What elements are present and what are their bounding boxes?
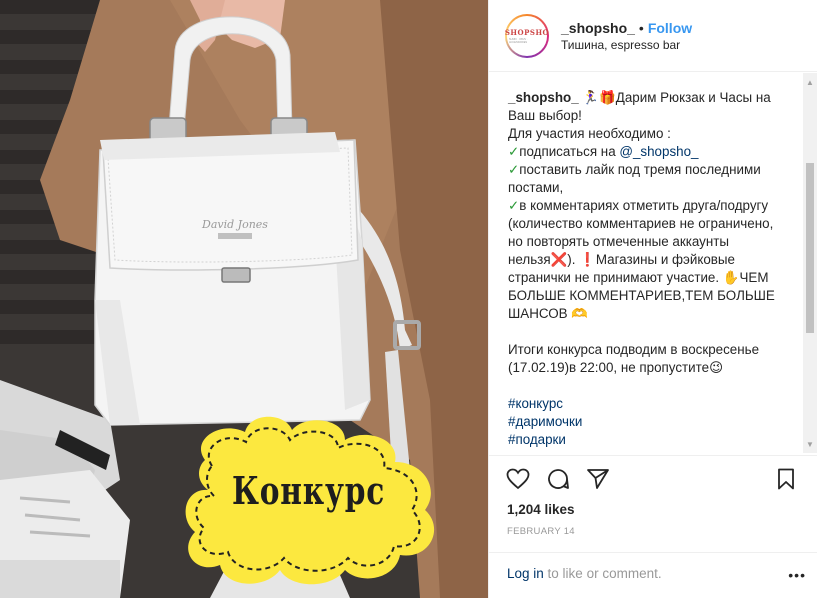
caption-line-4: Итоги конкурса подводим в воскресенье (1… bbox=[508, 342, 760, 375]
username-link[interactable]: _shopsho_ bbox=[561, 20, 635, 36]
action-bar bbox=[489, 455, 817, 499]
login-link[interactable]: Log in bbox=[507, 566, 544, 581]
location-link[interactable]: Тишина, espresso bar bbox=[561, 38, 692, 52]
heart-icon bbox=[506, 468, 530, 490]
share-icon bbox=[587, 469, 609, 489]
avatar[interactable]: SHOPSHO SUMKI · OBUV · ACCESSORIES bbox=[504, 13, 550, 58]
comment-icon bbox=[548, 469, 569, 489]
login-footer: Log in to like or comment. ••• bbox=[489, 552, 817, 598]
caption-area[interactable]: _shopsho_ 🏃‍♀️🎁Дарим Рюкзак и Часы на Ва… bbox=[489, 73, 817, 453]
check-icon: ✓ bbox=[508, 162, 520, 177]
scroll-up-arrow-icon[interactable]: ▲ bbox=[803, 75, 817, 89]
caption-item-2: поставить лайк под тремя последними пост… bbox=[508, 162, 761, 195]
hashtag-link[interactable]: #даримочки bbox=[508, 414, 582, 429]
sticker-text: Конкурс bbox=[232, 468, 386, 513]
post-date: FEBRUARY 14 bbox=[507, 526, 575, 537]
caption-item-1: подписаться на bbox=[519, 144, 620, 159]
likes-count[interactable]: 1,204 likes bbox=[507, 502, 575, 517]
check-icon: ✓ bbox=[508, 144, 520, 159]
more-options-icon[interactable]: ••• bbox=[788, 567, 806, 583]
caption-username[interactable]: _shopsho_ bbox=[508, 90, 579, 105]
caption-line-2: Для участия необходимо : bbox=[508, 126, 671, 141]
post-image[interactable]: David Jones Конкурс bbox=[0, 0, 488, 598]
share-button[interactable] bbox=[585, 466, 611, 492]
caption-scrollbar[interactable]: ▲ ▼ bbox=[803, 73, 817, 453]
post-header: SHOPSHO SUMKI · OBUV · ACCESSORIES _shop… bbox=[489, 0, 817, 72]
comment-button[interactable] bbox=[545, 466, 571, 492]
bookmark-icon bbox=[778, 468, 794, 490]
post-panel: SHOPSHO SUMKI · OBUV · ACCESSORIES _shop… bbox=[488, 0, 817, 598]
scroll-down-arrow-icon[interactable]: ▼ bbox=[803, 437, 817, 451]
separator-dot: • bbox=[638, 19, 644, 36]
like-button[interactable] bbox=[505, 466, 531, 492]
caption: _shopsho_ 🏃‍♀️🎁Дарим Рюкзак и Часы на Ва… bbox=[508, 89, 784, 449]
login-prompt: to like or comment. bbox=[543, 566, 662, 581]
follow-button[interactable]: Follow bbox=[648, 20, 692, 36]
scroll-thumb[interactable] bbox=[806, 163, 814, 333]
caption-item-3: в комментариях отметить друга/подругу (к… bbox=[508, 198, 775, 321]
avatar-subtitle: SUMKI · OBUV · ACCESSORIES bbox=[509, 37, 528, 44]
save-button[interactable] bbox=[773, 466, 799, 492]
hashtag-link[interactable]: #конкурс bbox=[508, 396, 563, 411]
svg-text:David Jones: David Jones bbox=[201, 218, 268, 231]
avatar-logo: SHOPSHO bbox=[504, 27, 550, 37]
mention-link[interactable]: @_shopsho_ bbox=[619, 144, 698, 159]
hashtag-link[interactable]: #подарки bbox=[508, 432, 566, 447]
check-icon: ✓ bbox=[508, 198, 520, 213]
